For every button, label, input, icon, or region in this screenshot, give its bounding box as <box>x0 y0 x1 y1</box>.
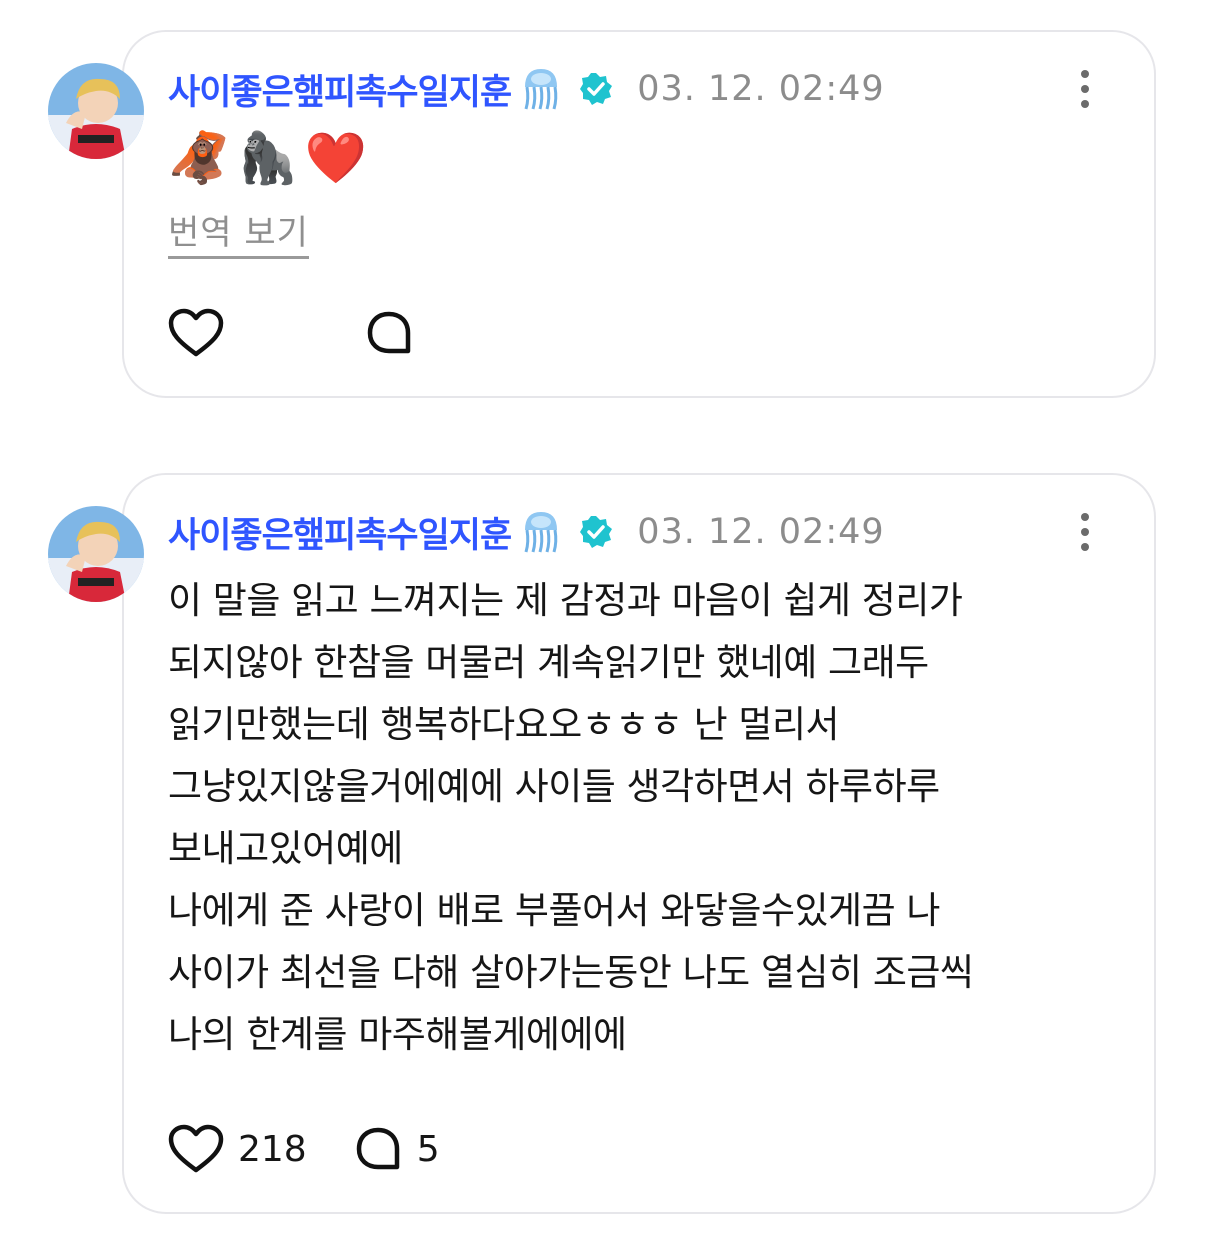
post-body-line: 보내고있어예에 <box>168 827 403 870</box>
translate-link[interactable]: 번역 보기 <box>168 205 309 259</box>
comment-button[interactable] <box>364 309 428 357</box>
post-body-line: 나의 한계를 마주해볼게에에에 <box>168 1013 627 1056</box>
comment-button[interactable]: 5 <box>353 1125 440 1173</box>
post-timestamp: 03. 12. 02:49 <box>637 69 885 109</box>
post-header: 사이좋은햎피촉수일지훈 03. 12. 02:49 <box>168 59 885 119</box>
post-header: 사이좋은햎피촉수일지훈 03. 12. 02:49 <box>168 502 885 562</box>
post-body-line: 나에게 준 사랑이 배로 부풀어서 와닿을수있게끔 나 <box>168 889 940 932</box>
orangutan-emoji: 🦧 <box>168 129 231 187</box>
more-vertical-icon[interactable] <box>1070 507 1100 557</box>
jellyfish-icon <box>521 510 561 554</box>
comment-count: 5 <box>416 1128 440 1170</box>
avatar[interactable] <box>48 506 144 602</box>
comment-bubble-icon <box>367 311 411 354</box>
post-content-emojis: 🦧 🦍 ❤️ <box>168 128 367 188</box>
verified-badge-icon <box>579 515 613 549</box>
post-body-line: 이 말을 읽고 느껴지는 제 감정과 마음이 쉽게 정리가 <box>168 579 963 622</box>
author-name[interactable]: 사이좋은햎피촉수일지훈 <box>168 64 512 115</box>
post-timestamp: 03. 12. 02:49 <box>637 512 885 552</box>
like-button[interactable] <box>168 308 238 358</box>
author-name[interactable]: 사이좋은햎피촉수일지훈 <box>168 507 512 558</box>
post-body-line: 사이가 최선을 다해 살아가는동안 나도 열심히 조금씩 <box>168 951 974 994</box>
heart-icon <box>168 1124 224 1173</box>
post-actions: 218 5 <box>168 1119 440 1179</box>
jellyfish-icon <box>521 67 561 111</box>
post-body-line: 되지않아 한참을 머물러 계속읽기만 했네예 그래두 <box>168 641 929 684</box>
post-body-line: 그냥있지않을거에예에 사이들 생각하면서 하루하루 <box>168 765 940 808</box>
like-button[interactable]: 218 <box>168 1124 307 1174</box>
post-body: 이 말을 읽고 느껴지는 제 감정과 마음이 쉽게 정리가 되지않아 한참을 머… <box>168 570 1128 1066</box>
heart-icon <box>168 308 224 357</box>
like-count: 218 <box>238 1128 307 1170</box>
avatar[interactable] <box>48 63 144 159</box>
post-actions <box>168 303 428 363</box>
verified-badge-icon <box>579 72 613 106</box>
heart-emoji: ❤️ <box>304 129 367 187</box>
comment-bubble-icon <box>356 1127 399 1170</box>
gorilla-emoji: 🦍 <box>236 129 299 187</box>
more-vertical-icon[interactable] <box>1070 64 1100 114</box>
post-body-line: 읽기만했는데 행복하다요오ㅎㅎㅎ 난 멀리서 <box>168 703 840 746</box>
